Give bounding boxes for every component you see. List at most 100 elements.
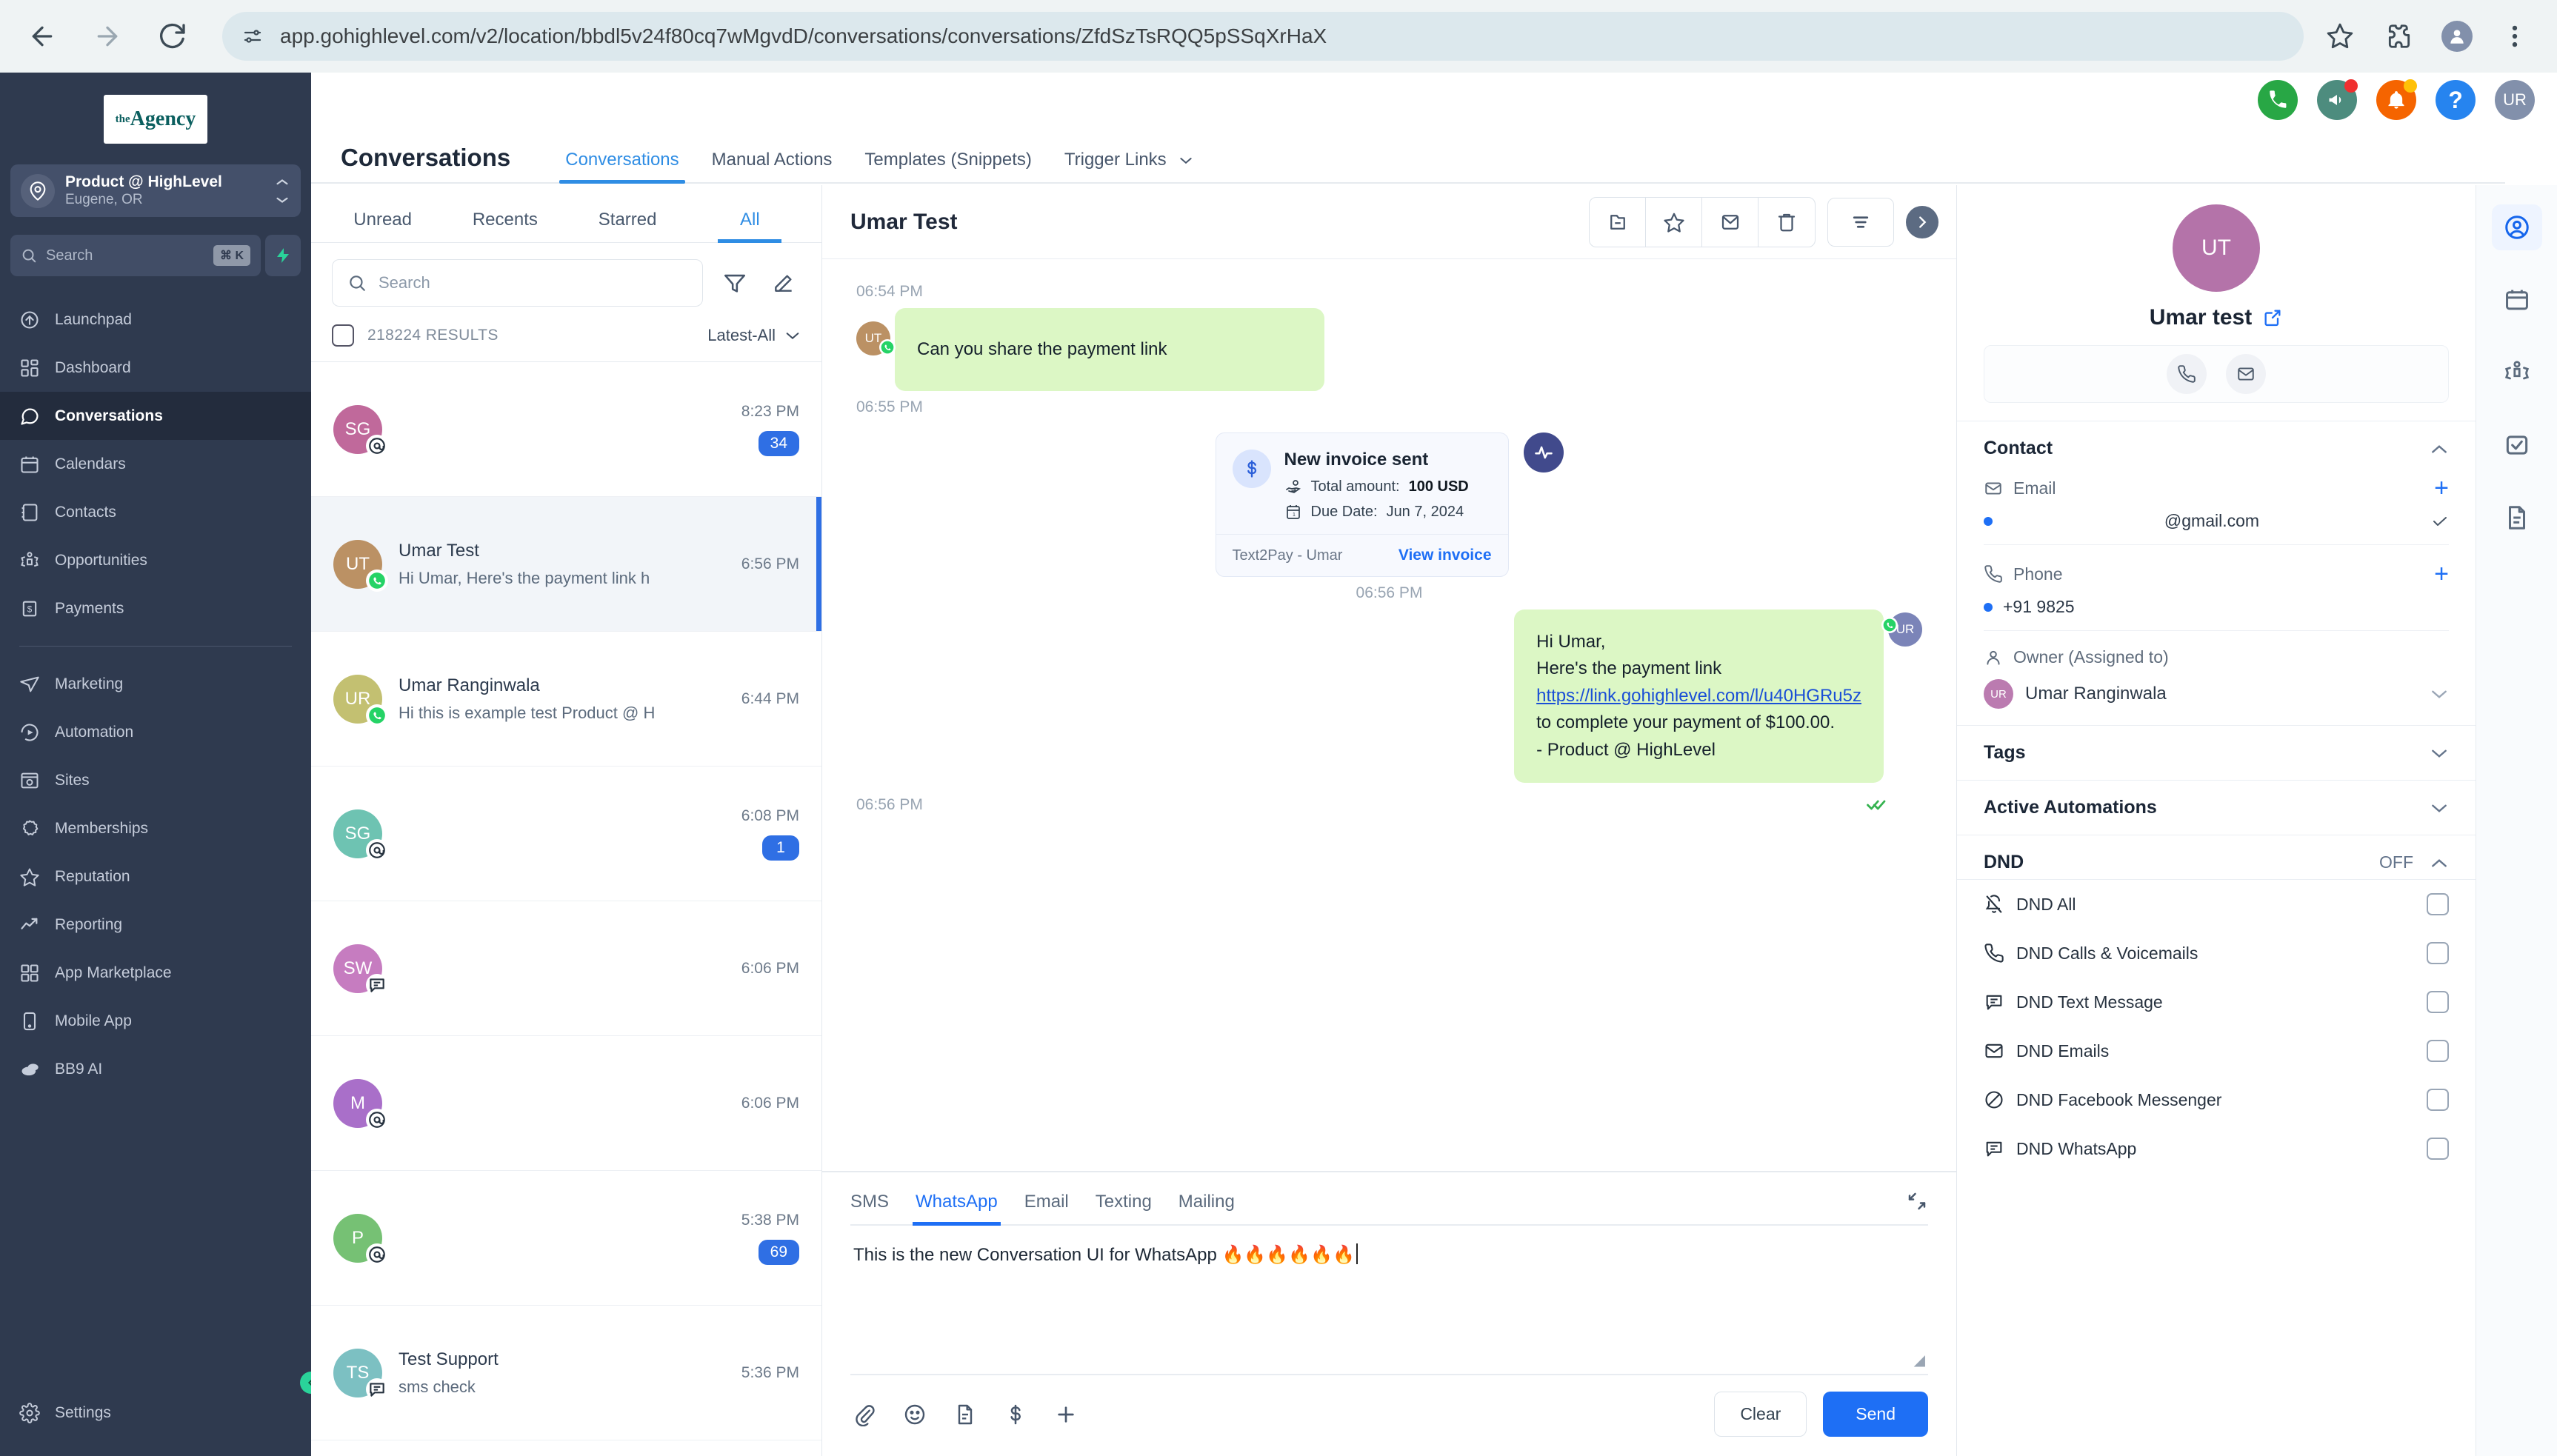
sidebar-item-automation[interactable]: Automation	[0, 708, 311, 756]
dnd-item-calls-voicemails[interactable]: DND Calls & Voicemails	[1957, 929, 2476, 978]
conversation-row[interactable]: UR Umar Ranginwala Hi this is example te…	[311, 632, 821, 767]
filter-tab-all[interactable]: All	[689, 210, 811, 243]
conversation-row[interactable]: SG 6:08 PM 1	[311, 767, 821, 901]
kebab-menu-icon[interactable]	[2498, 19, 2532, 53]
composer-tab-sms[interactable]: SMS	[850, 1192, 902, 1224]
sidebar-item-memberships[interactable]: Memberships	[0, 804, 311, 852]
dnd-checkbox[interactable]	[2427, 1089, 2449, 1111]
filter-tab-starred[interactable]: Starred	[567, 210, 689, 242]
conversation-search-input[interactable]: Search	[332, 259, 703, 307]
clear-button[interactable]: Clear	[1714, 1392, 1807, 1437]
payment-dollar-icon[interactable]	[1001, 1400, 1030, 1429]
email-value-row[interactable]: @gmail.com	[1984, 511, 2449, 545]
sidebar-item-contacts[interactable]: Contacts	[0, 488, 311, 536]
help-icon[interactable]: ?	[2436, 80, 2476, 120]
sidebar-item-calendars[interactable]: Calendars	[0, 440, 311, 488]
sidebar-item-opportunities[interactable]: Opportunities	[0, 536, 311, 584]
extensions-icon[interactable]	[2382, 19, 2416, 53]
address-bar[interactable]: app.gohighlevel.com/v2/location/bbdl5v24…	[222, 12, 2304, 61]
view-invoice-link[interactable]: View invoice	[1398, 547, 1492, 564]
tab-trigger-links[interactable]: Trigger Links	[1048, 150, 1210, 182]
dnd-checkbox[interactable]	[2427, 942, 2449, 964]
quick-actions-bolt-icon[interactable]	[265, 235, 301, 276]
delete-trash-icon[interactable]	[1758, 198, 1815, 247]
attachment-clip-icon[interactable]	[850, 1400, 879, 1429]
message-input[interactable]: This is the new Conversation UI for What…	[850, 1226, 1928, 1374]
star-icon[interactable]	[1646, 197, 1702, 247]
sidebar-item-reputation[interactable]: Reputation	[0, 852, 311, 901]
funnel-filter-icon[interactable]	[718, 266, 752, 300]
dnd-item-all[interactable]: DND All	[1957, 880, 2476, 929]
chevron-down-icon[interactable]	[2430, 688, 2449, 700]
section-header[interactable]: Tags	[1984, 742, 2449, 764]
conversation-row[interactable]: P 5:38 PM 69	[311, 1171, 821, 1306]
notifications-bell-icon[interactable]	[2376, 79, 2417, 120]
send-button[interactable]: Send	[1823, 1392, 1928, 1437]
sidebar-item-dashboard[interactable]: Dashboard	[0, 344, 311, 392]
reload-icon[interactable]	[156, 19, 190, 53]
rail-contact-person-icon[interactable]	[2491, 204, 2542, 250]
rail-opportunities-icon[interactable]	[2492, 350, 2542, 395]
chevron-up-icon[interactable]	[2430, 857, 2449, 869]
compose-pencil-icon[interactable]	[767, 266, 801, 300]
add-phone-button[interactable]: +	[2434, 561, 2449, 587]
chevron-down-icon[interactable]	[2430, 747, 2449, 759]
external-link-icon[interactable]	[2262, 307, 2283, 328]
sidebar-item-settings[interactable]: Settings	[0, 1389, 311, 1437]
rail-calendar-icon[interactable]	[2492, 277, 2542, 323]
sort-dropdown[interactable]: Latest-All	[707, 326, 801, 345]
sidebar-item-mobile-app[interactable]: Mobile App	[0, 997, 311, 1045]
dnd-item-emails[interactable]: DND Emails	[1957, 1026, 2476, 1075]
template-document-icon[interactable]	[951, 1400, 979, 1429]
contact-section-active-automations[interactable]: Active Automations	[1957, 781, 2476, 835]
conversation-row[interactable]: UT Umar Test Hi Umar, Here's the payment…	[311, 497, 821, 632]
conversation-row[interactable]: SG 8:23 PM 34	[311, 362, 821, 497]
filter-lines-icon[interactable]	[1827, 197, 1894, 247]
resize-grip[interactable]: ◢	[1914, 1351, 1925, 1369]
call-phone-icon[interactable]	[2167, 354, 2207, 394]
chevron-right-circle-icon[interactable]	[1906, 205, 1938, 238]
section-header[interactable]: DND OFF	[1984, 852, 2449, 873]
site-settings-icon[interactable]	[241, 25, 264, 47]
sidebar-item-launchpad[interactable]: Launchpad	[0, 295, 311, 344]
filter-tab-unread[interactable]: Unread	[321, 210, 444, 242]
composer-tab-mailing[interactable]: Mailing	[1165, 1192, 1248, 1224]
send-email-icon[interactable]	[2226, 354, 2266, 394]
invoice-card[interactable]: New invoice sent Total amount: 100 USD 1…	[1215, 433, 1509, 577]
user-avatar[interactable]: UR	[2495, 80, 2535, 120]
tab-manual-actions[interactable]: Manual Actions	[696, 150, 849, 182]
star-icon[interactable]	[2323, 19, 2357, 53]
conversation-row[interactable]: M 6:06 PM	[311, 1036, 821, 1171]
dnd-item-whatsapp[interactable]: DND WhatsApp	[1957, 1124, 2476, 1173]
location-switcher[interactable]: Product @ HighLevel Eugene, OR	[10, 164, 301, 217]
phone-dialer-icon[interactable]	[2258, 80, 2298, 120]
add-plus-icon[interactable]	[1052, 1400, 1080, 1429]
composer-tab-email[interactable]: Email	[1011, 1192, 1082, 1224]
rail-tasks-checkbox-icon[interactable]	[2492, 422, 2542, 468]
payment-link[interactable]: https://link.gohighlevel.com/l/u40HGRu5z	[1536, 686, 1861, 706]
section-header[interactable]: Active Automations	[1984, 797, 2449, 818]
forward-arrow-icon[interactable]	[90, 19, 124, 53]
sidebar-item-marketing[interactable]: Marketing	[0, 660, 311, 708]
contact-section-tags[interactable]: Tags	[1957, 726, 2476, 781]
dnd-checkbox[interactable]	[2427, 1040, 2449, 1062]
chevron-down-icon[interactable]	[2430, 802, 2449, 814]
conversation-row[interactable]: SW 6:06 PM	[311, 901, 821, 1036]
owner-value-row[interactable]: UR Umar Ranginwala	[1984, 679, 2449, 709]
section-header[interactable]: Contact	[1984, 438, 2449, 459]
announcement-icon[interactable]	[2317, 79, 2358, 120]
dnd-checkbox[interactable]	[2427, 1138, 2449, 1160]
tab-conversations[interactable]: Conversations	[549, 150, 695, 184]
dnd-item-facebook-messenger[interactable]: DND Facebook Messenger	[1957, 1075, 2476, 1124]
dnd-item-text-message[interactable]: DND Text Message	[1957, 978, 2476, 1026]
rail-documents-icon[interactable]	[2492, 495, 2542, 541]
sidebar-item-bb9-ai[interactable]: BB9 AI	[0, 1045, 311, 1093]
dnd-checkbox[interactable]	[2427, 991, 2449, 1013]
conversation-row[interactable]: TS Test Support sms check 5:36 PM	[311, 1306, 821, 1440]
filter-tab-recents[interactable]: Recents	[444, 210, 566, 242]
composer-tab-texting[interactable]: Texting	[1082, 1192, 1165, 1224]
collapse-diagonal-icon[interactable]	[1906, 1190, 1928, 1224]
phone-value-row[interactable]: +91 9825	[1984, 597, 2449, 631]
search-input[interactable]: Search ⌘ K	[10, 235, 261, 276]
composer-tab-whatsapp[interactable]: WhatsApp	[902, 1192, 1011, 1226]
